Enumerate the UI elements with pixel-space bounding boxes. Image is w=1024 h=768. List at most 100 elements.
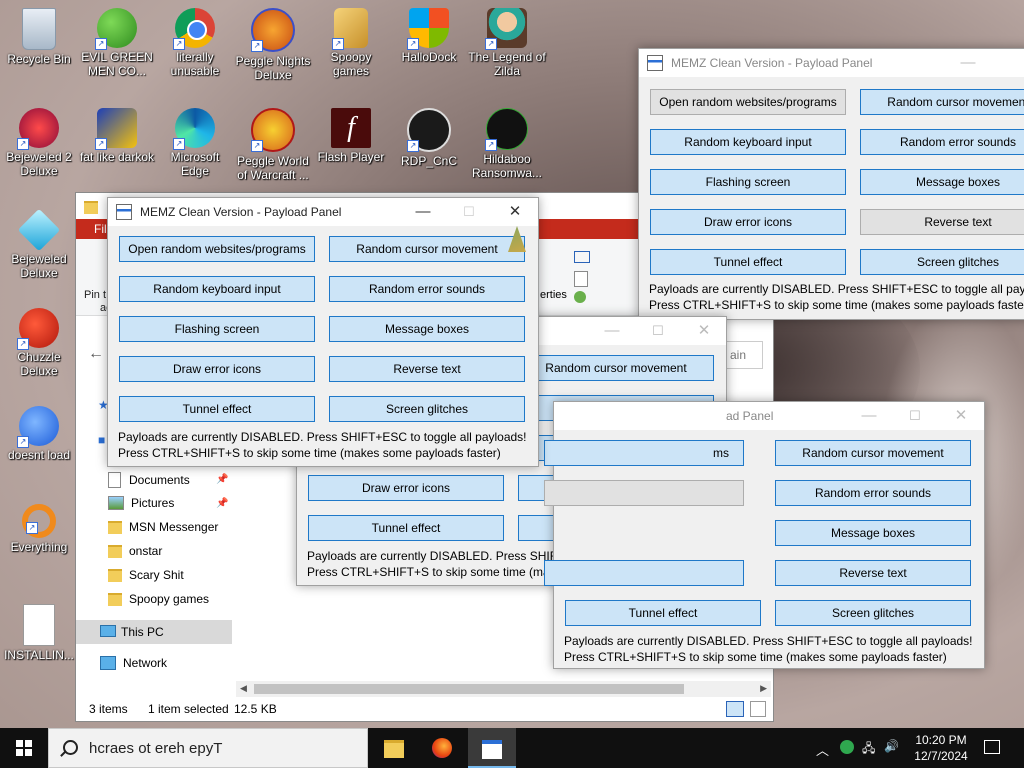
payload-button-reverse-text[interactable]: Reverse text xyxy=(860,209,1024,235)
payload-button-open-websites[interactable]: Open random websites/programs xyxy=(650,89,846,115)
close-button[interactable]: ✕ xyxy=(492,198,538,226)
desktop-icon-flash-player[interactable]: f Flash Player xyxy=(312,108,390,164)
back-arrow-icon[interactable]: ← xyxy=(88,345,104,363)
shortcut-arrow-icon: ↗ xyxy=(251,40,263,52)
desktop-icon-hildaboo[interactable]: ↗ Hildaboo Ransomwa... xyxy=(468,108,546,180)
desktop-icon-everything[interactable]: ↗ Everything xyxy=(0,504,78,554)
payload-button-partial-gray[interactable] xyxy=(544,480,744,506)
nav-item-msn-messenger[interactable]: MSN Messenger xyxy=(108,520,218,534)
scroll-left-arrow-icon[interactable]: ◀ xyxy=(240,683,247,694)
payload-button-message-boxes[interactable]: Message boxes xyxy=(860,169,1024,195)
payload-button-cursor-movement[interactable]: Random cursor movement xyxy=(518,355,714,381)
payload-button-screen-glitches[interactable]: Screen glitches xyxy=(329,396,525,422)
payload-button-draw-error-icons[interactable]: Draw error icons xyxy=(308,475,504,501)
view-icon[interactable] xyxy=(574,251,590,263)
payload-button-keyboard-input[interactable]: Random keyboard input xyxy=(119,276,315,302)
payload-button-tunnel-effect[interactable]: Tunnel effect xyxy=(119,396,315,422)
payload-button-error-sounds[interactable]: Random error sounds xyxy=(775,480,971,506)
payload-button-draw-error-icons[interactable]: Draw error icons xyxy=(119,356,315,382)
desktop-icon-installin[interactable]: INSTALLIN... xyxy=(0,604,78,662)
thunderbird-icon: ↗ xyxy=(17,406,59,448)
memz-titlebar[interactable]: MEMZ Clean Version - Payload Panel — xyxy=(639,49,1024,77)
payload-button-message-boxes[interactable]: Message boxes xyxy=(775,520,971,546)
network-icon[interactable]: 🖧 xyxy=(862,739,875,760)
desktop-icon-evil-green-men[interactable]: ↗ EVIL GREEN MEN CO... xyxy=(78,8,156,78)
nav-item-documents[interactable]: Documents xyxy=(108,472,190,488)
payload-button-error-sounds[interactable]: Random error sounds xyxy=(860,129,1024,155)
minimize-button[interactable]: — xyxy=(400,198,446,226)
maximize-button[interactable]: ☐ xyxy=(635,317,681,345)
maximize-button[interactable]: ☐ xyxy=(892,402,938,430)
notification-icon[interactable] xyxy=(984,740,1000,754)
horizontal-scrollbar[interactable]: ◀ ▶ xyxy=(236,681,771,697)
maximize-button[interactable]: ☐ xyxy=(446,198,492,226)
nav-item-scary-shit[interactable]: Scary Shit xyxy=(108,568,184,582)
minimize-button[interactable]: — xyxy=(846,402,892,430)
desktop-icon-recycle-bin[interactable]: Recycle Bin xyxy=(0,8,78,66)
desktop-icon-literally-unusable[interactable]: ↗ literally unusable xyxy=(156,8,234,78)
payload-button-cursor-movement[interactable]: Random cursor movement xyxy=(860,89,1024,115)
sync-icon[interactable] xyxy=(574,291,586,303)
minimize-button[interactable]: — xyxy=(589,317,635,345)
desktop-icon-spoopy-games[interactable]: ↗ Spoopy games xyxy=(312,8,390,78)
desktop-icon-chuzzle[interactable]: ↗ Chuzzle Deluxe xyxy=(0,308,78,378)
taskbar-firefox[interactable] xyxy=(418,728,466,768)
scroll-right-arrow-icon[interactable]: ▶ xyxy=(760,683,767,694)
payload-button-draw-error-icons[interactable]: Draw error icons xyxy=(650,209,846,235)
desktop-icon-bejeweled-deluxe[interactable]: Bejeweled Deluxe xyxy=(0,208,78,280)
tray-user-icon[interactable] xyxy=(840,740,854,754)
desktop-icon-hallodock[interactable]: ↗ HalloDock xyxy=(390,8,468,64)
payload-button-cursor-movement[interactable]: Random cursor movement xyxy=(775,440,971,466)
payload-button-error-sounds[interactable]: Random error sounds xyxy=(329,276,525,302)
properties-label[interactable]: erties xyxy=(540,289,567,301)
payload-button-reverse-text[interactable]: Reverse text xyxy=(775,560,971,586)
payload-button-tunnel-effect[interactable]: Tunnel effect xyxy=(308,515,504,541)
taskbar-search-box[interactable]: hcraes ot ereh epyT xyxy=(48,728,368,768)
close-button[interactable]: ✕ xyxy=(938,402,984,430)
desktop-icon-peggle-wow[interactable]: ↗ Peggle World of Warcraft ... xyxy=(234,108,312,182)
payload-button-flashing-screen[interactable]: Flashing screen xyxy=(119,316,315,342)
payload-button-message-boxes[interactable]: Message boxes xyxy=(329,316,525,342)
payload-button-cursor-movement[interactable]: Random cursor movement xyxy=(329,236,525,262)
nav-item-this-pc[interactable]: This PC xyxy=(76,620,232,644)
payload-button-tunnel-effect[interactable]: Tunnel effect xyxy=(565,600,761,626)
large-icons-view-icon[interactable] xyxy=(750,701,766,717)
volume-icon[interactable]: 🔊 xyxy=(884,739,899,753)
scrollbar-thumb[interactable] xyxy=(254,684,684,694)
payload-button-open-websites[interactable]: Open random websites/programs xyxy=(119,236,315,262)
nav-item-network[interactable]: Network xyxy=(100,656,167,670)
memz-titlebar[interactable]: MEMZ Clean Version - Payload Panel — ☐ ✕ xyxy=(108,198,538,226)
payload-button-flashing-screen[interactable]: Flashing screen xyxy=(650,169,846,195)
desktop-icon-doesnt-load[interactable]: ↗ doesnt load xyxy=(0,406,78,462)
memz-titlebar[interactable]: ad Panel — ☐ ✕ xyxy=(554,402,984,430)
details-view-icon[interactable] xyxy=(726,701,744,717)
tray-expand-icon[interactable]: ︿ xyxy=(816,740,829,759)
desktop-icon-rdp-cnc[interactable]: ↗ RDP_CnC xyxy=(390,108,468,168)
close-button[interactable]: ✕ xyxy=(681,317,727,345)
payload-button-reverse-text[interactable]: Reverse text xyxy=(329,356,525,382)
desktop-icon-fat-like-darkok[interactable]: ↗ fat like darkok xyxy=(78,108,156,164)
shortcut-arrow-icon: ↗ xyxy=(17,436,29,448)
clock[interactable]: 10:20 PM 12/7/2024 xyxy=(908,732,974,764)
desktop-icon-legend-of-zilda[interactable]: ↗ The Legend of Zilda xyxy=(468,8,546,78)
taskbar-memz-app[interactable] xyxy=(468,728,516,768)
tab-file[interactable]: Fil xyxy=(94,222,107,236)
new-item-icon[interactable] xyxy=(574,271,588,287)
payload-button-keyboard-input[interactable]: Random keyboard input xyxy=(650,129,846,155)
search-box-fragment[interactable]: ain xyxy=(721,341,763,369)
chrome-icon: ↗ xyxy=(173,8,215,50)
desktop-icon-bejeweled-2[interactable]: ↗ Bejeweled 2 Deluxe xyxy=(0,108,78,178)
payload-button-partial[interactable]: ms xyxy=(544,440,744,466)
payload-button-tunnel-effect[interactable]: Tunnel effect xyxy=(650,249,846,275)
nav-item-onstar[interactable]: onstar xyxy=(108,544,162,558)
start-button[interactable] xyxy=(0,728,48,768)
nav-item-spoopy-games[interactable]: Spoopy games xyxy=(108,592,209,606)
nav-item-pictures[interactable]: Pictures xyxy=(108,496,174,510)
minimize-button[interactable]: — xyxy=(945,49,991,77)
payload-button-partial-3[interactable] xyxy=(544,560,744,586)
desktop-icon-peggle-nights[interactable]: ↗ Peggle Nights Deluxe xyxy=(234,8,312,82)
taskbar-file-explorer[interactable] xyxy=(370,728,418,768)
payload-button-screen-glitches[interactable]: Screen glitches xyxy=(775,600,971,626)
desktop-icon-microsoft-edge[interactable]: ↗ Microsoft Edge xyxy=(156,108,234,178)
payload-button-screen-glitches[interactable]: Screen glitches xyxy=(860,249,1024,275)
